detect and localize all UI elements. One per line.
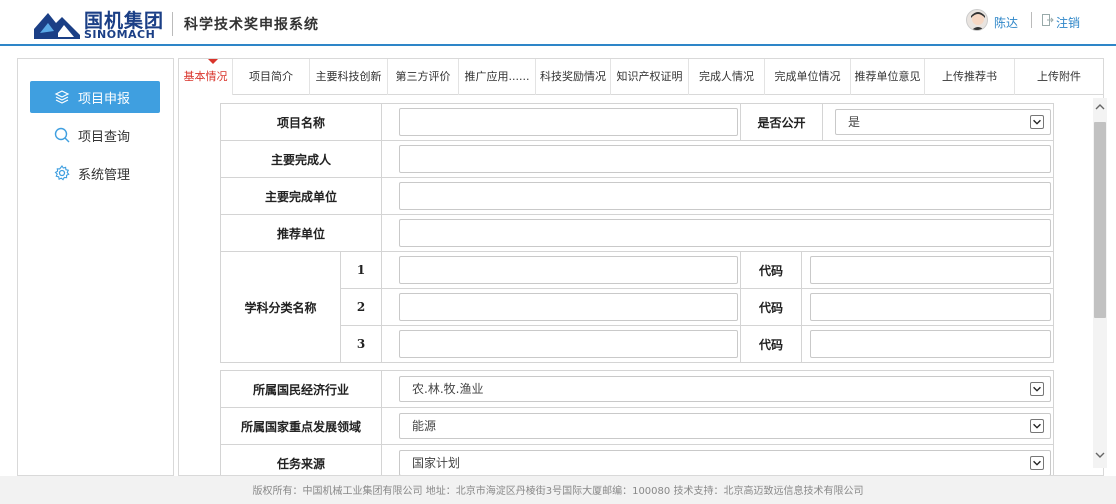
tab-main-innovation[interactable]: 主要科技创新 — [310, 59, 388, 95]
form-row-main-completer: 主要完成人 — [220, 140, 1054, 178]
gear-icon — [54, 165, 70, 181]
tab-promotion[interactable]: 推广应用...... — [459, 59, 536, 95]
tab-upload-recommendation[interactable]: 上传推荐书 — [925, 59, 1015, 95]
project-name-input[interactable] — [399, 108, 738, 136]
form-row-project-name: 项目名称 是否公开 是 — [220, 103, 1054, 141]
main-unit-label: 主要完成单位 — [220, 177, 382, 215]
tab-recommend-opinion[interactable]: 推荐单位意见 — [851, 59, 925, 95]
chevron-down-icon — [1030, 115, 1044, 129]
discipline-code-input[interactable] — [810, 293, 1051, 321]
code-label: 代码 — [740, 325, 802, 363]
discipline-number: 3 — [340, 325, 382, 363]
tab-basic-info[interactable]: 基本情况 — [179, 59, 233, 95]
form-row-discipline-1: 学科分类名称 1 代码 — [220, 251, 1054, 363]
discipline-number: 1 — [340, 251, 382, 289]
form-row-industry: 所属国民经济行业 农.林.牧.渔业 — [220, 370, 1054, 408]
discipline-name-input[interactable] — [399, 293, 738, 321]
tab-awards[interactable]: 科技奖励情况 — [536, 59, 611, 95]
user-separator — [1031, 12, 1032, 28]
user-avatar[interactable] — [966, 9, 988, 31]
tab-project-intro[interactable]: 项目简介 — [233, 59, 310, 95]
main-unit-input[interactable] — [399, 182, 1051, 210]
tab-completer-unit-info[interactable]: 完成单位情况 — [765, 59, 851, 95]
search-icon — [54, 127, 70, 143]
logout-icon[interactable] — [1042, 14, 1054, 26]
main-panel: 基本情况 项目简介 主要科技创新 第三方评价 推广应用...... 科技奖励情况… — [178, 58, 1104, 476]
brand-name-en: SINOMACH — [84, 28, 156, 41]
main-completer-label: 主要完成人 — [220, 140, 382, 178]
key-field-label: 所属国家重点发展领域 — [220, 407, 382, 445]
scrollbar-thumb[interactable] — [1094, 122, 1106, 318]
basic-info-form: 项目名称 是否公开 是 主要完成人 主要完成单位 推荐单位 学科分类名称 1 代… — [220, 103, 1054, 475]
is-public-select[interactable]: 是 — [835, 109, 1051, 135]
discipline-name-input[interactable] — [399, 256, 738, 284]
form-row-discipline-2: 2 代码 — [221, 288, 1054, 326]
project-name-label: 项目名称 — [220, 103, 382, 141]
scroll-down-arrow-icon[interactable] — [1093, 448, 1107, 462]
user-name-link[interactable]: 陈达 — [994, 14, 1018, 31]
code-label: 代码 — [740, 288, 802, 326]
is-public-value: 是 — [848, 115, 861, 129]
discipline-code-input[interactable] — [810, 256, 1051, 284]
discipline-code-input[interactable] — [810, 330, 1051, 358]
system-title: 科学技术奖申报系统 — [184, 17, 319, 33]
footer: 版权所有：中国机械工业集团有限公司 地址：北京市海淀区丹棱街3号国际大厦邮编：1… — [0, 476, 1116, 504]
tab-ip-proof[interactable]: 知识产权证明 — [611, 59, 689, 95]
task-source-value: 国家计划 — [412, 456, 461, 470]
form-spacer — [220, 362, 1054, 371]
top-header: 国机集团 SINOMACH 科学技术奖申报系统 陈达 注销 — [0, 0, 1116, 46]
sidebar-item-label: 系统管理 — [78, 167, 131, 183]
tab-completer-info[interactable]: 完成人情况 — [689, 59, 765, 95]
active-tab-marker — [208, 59, 218, 64]
key-field-value: 能源 — [412, 419, 437, 433]
code-label: 代码 — [740, 251, 802, 289]
sidebar-item-project-query[interactable]: 项目查询 — [30, 119, 160, 151]
is-public-label: 是否公开 — [740, 103, 823, 141]
logout-link[interactable]: 注销 — [1056, 14, 1080, 31]
industry-value: 农.林.牧.渔业 — [412, 382, 484, 396]
chevron-down-icon — [1030, 456, 1044, 470]
sidebar-item-system-manage[interactable]: 系统管理 — [30, 157, 160, 189]
form-row-task-source: 任务来源 国家计划 — [220, 444, 1054, 475]
form-row-recommend-unit: 推荐单位 — [220, 214, 1054, 252]
main-completer-input[interactable] — [399, 145, 1051, 173]
industry-select[interactable]: 农.林.牧.渔业 — [399, 376, 1051, 402]
sidebar-item-project-apply[interactable]: 项目申报 — [30, 81, 160, 113]
sidebar-item-label: 项目申报 — [78, 91, 131, 107]
form-row-discipline-3: 3 代码 — [221, 325, 1054, 363]
discipline-number: 2 — [340, 288, 382, 326]
footer-text: 版权所有：中国机械工业集团有限公司 地址：北京市海淀区丹棱街3号国际大厦邮编：1… — [252, 486, 864, 497]
sinomach-logo-icon — [34, 13, 80, 39]
layers-icon — [54, 90, 70, 104]
task-source-label: 任务来源 — [220, 444, 382, 475]
recommend-unit-input[interactable] — [399, 219, 1051, 247]
scroll-up-arrow-icon[interactable] — [1093, 100, 1107, 114]
industry-label: 所属国民经济行业 — [220, 370, 382, 408]
sidebar: 项目申报 项目查询 系统管理 — [17, 58, 174, 476]
recommend-unit-label: 推荐单位 — [220, 214, 382, 252]
header-divider — [172, 12, 173, 36]
discipline-label: 学科分类名称 — [220, 251, 341, 363]
key-field-select[interactable]: 能源 — [399, 413, 1051, 439]
form-row-key-field: 所属国家重点发展领域 能源 — [220, 407, 1054, 445]
chevron-down-icon — [1030, 419, 1044, 433]
discipline-name-input[interactable] — [399, 330, 738, 358]
tab-bar: 基本情况 项目简介 主要科技创新 第三方评价 推广应用...... 科技奖励情况… — [179, 59, 1103, 95]
tab-upload-attachment[interactable]: 上传附件 — [1015, 59, 1103, 95]
form-row-main-unit: 主要完成单位 — [220, 177, 1054, 215]
tab-third-party-evaluation[interactable]: 第三方评价 — [388, 59, 459, 95]
chevron-down-icon — [1030, 382, 1044, 396]
sidebar-item-label: 项目查询 — [78, 129, 131, 145]
task-source-select[interactable]: 国家计划 — [399, 450, 1051, 475]
